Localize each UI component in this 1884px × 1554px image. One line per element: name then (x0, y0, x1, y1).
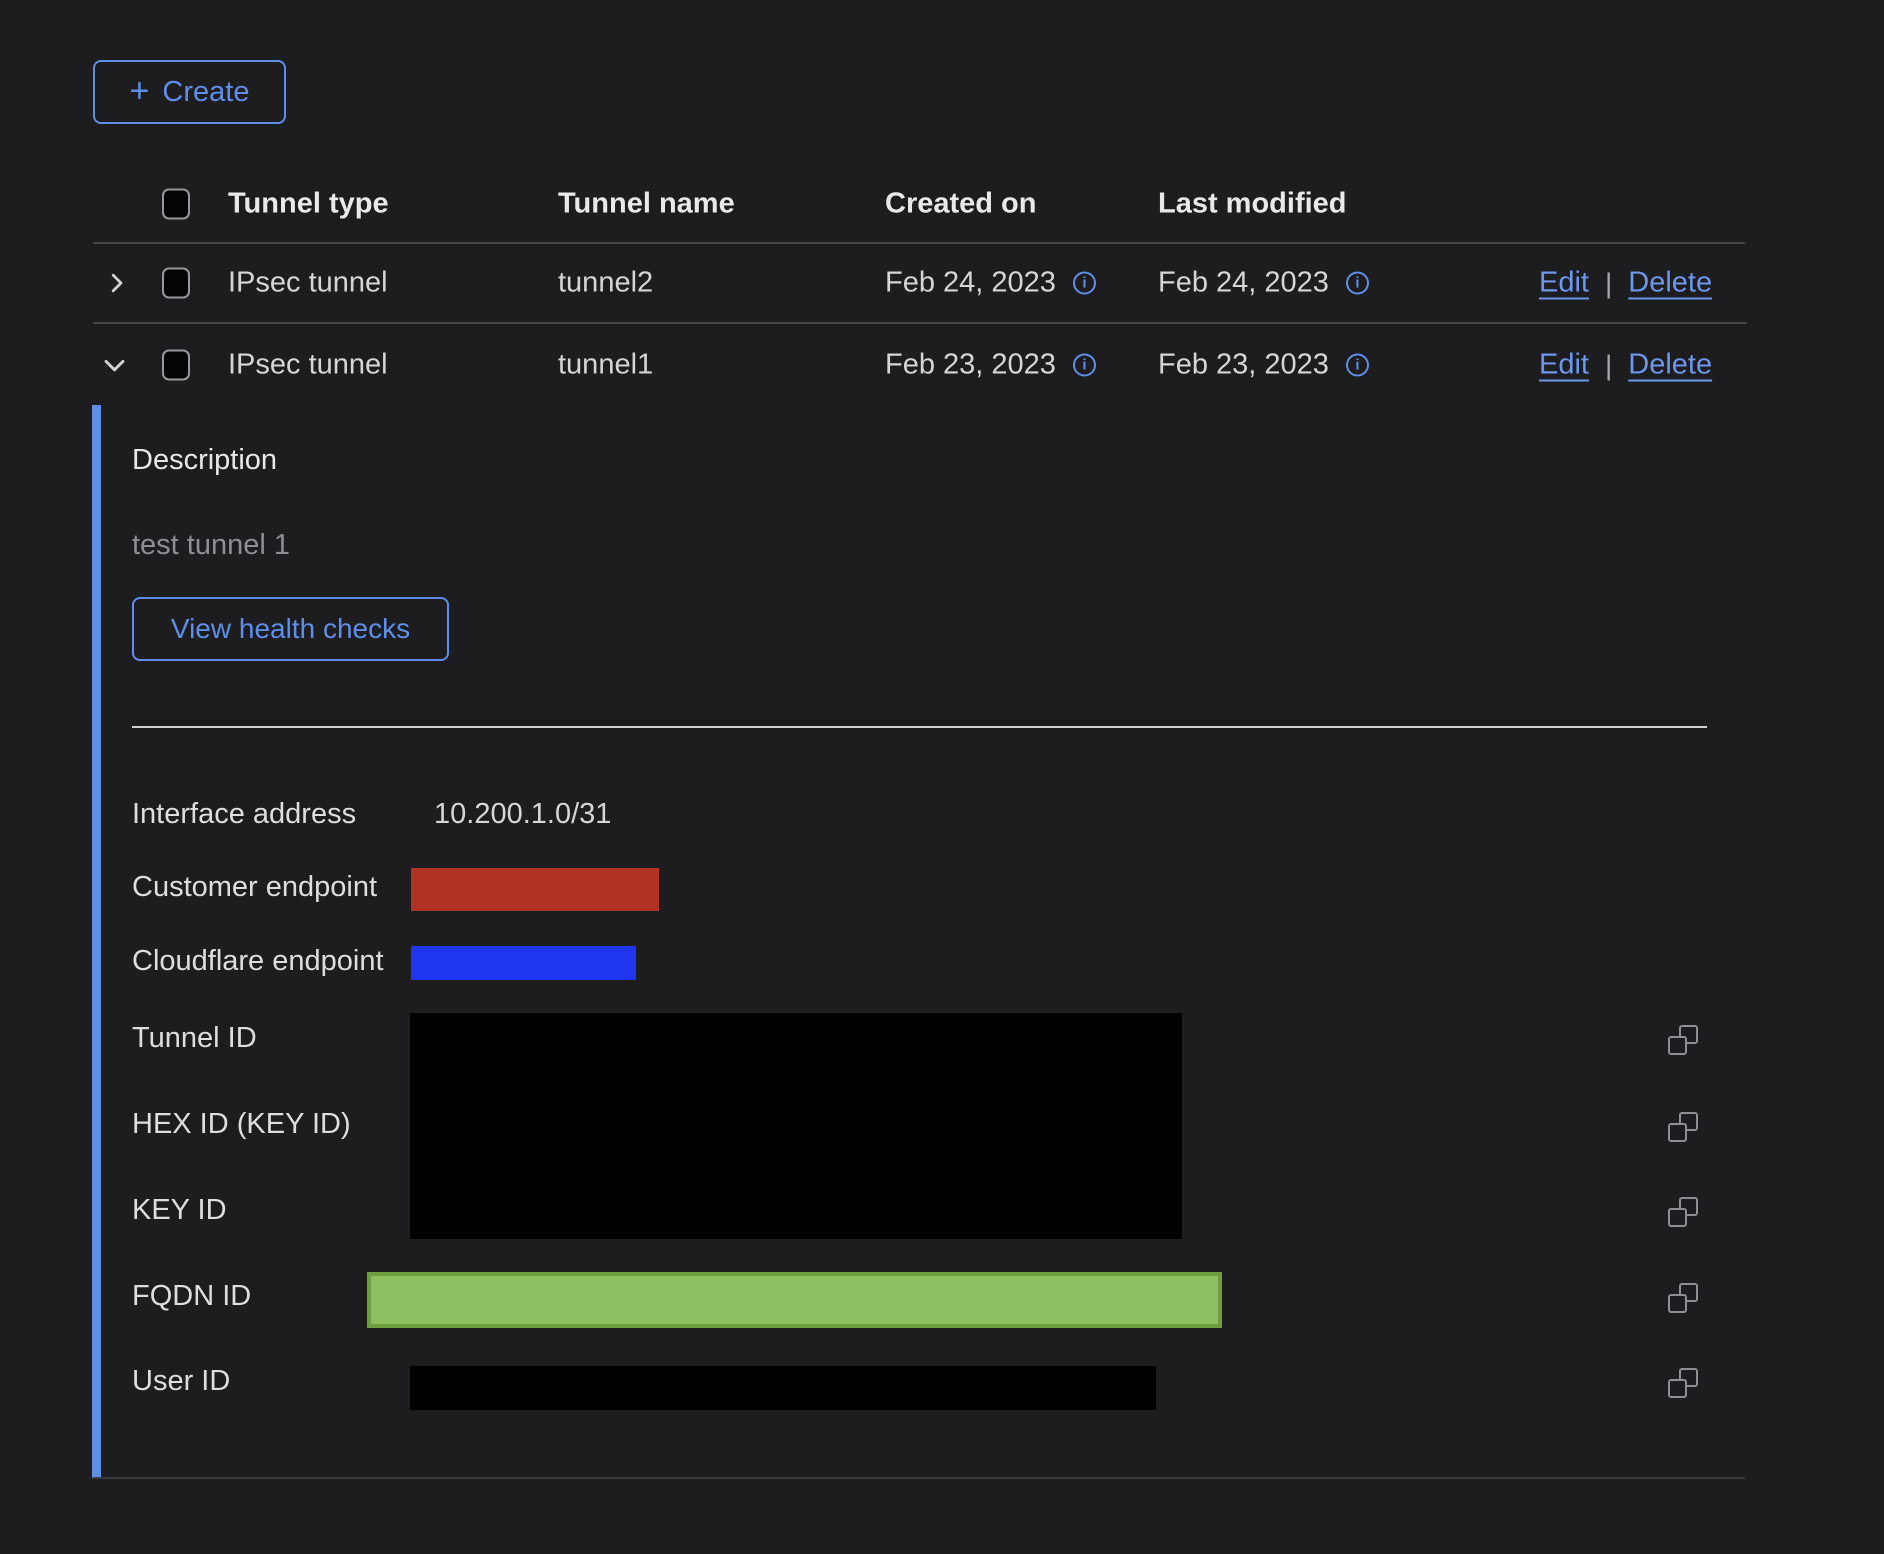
user-id-label: User ID (132, 1365, 230, 1398)
user-id-redacted-value (410, 1366, 1156, 1410)
create-button[interactable]: + Create (93, 60, 286, 124)
description-label: Description (132, 444, 277, 477)
row-checkbox[interactable] (162, 268, 190, 299)
table-row: IPsec tunnel tunnel2 Feb 24, 2023 i Feb … (93, 244, 1745, 322)
edit-link[interactable]: Edit (1539, 267, 1589, 300)
table-header-row: Tunnel type Tunnel name Created on Last … (93, 165, 1745, 243)
header-tunnel-name: Tunnel name (558, 188, 735, 221)
cell-created-on: Feb 23, 2023 (885, 349, 1056, 382)
fqdn-id-label: FQDN ID (132, 1280, 251, 1313)
cell-created-on: Feb 24, 2023 (885, 267, 1056, 300)
copy-icon[interactable] (1668, 1112, 1698, 1142)
copy-icon[interactable] (1668, 1368, 1698, 1398)
expanded-row-accent-bar (92, 405, 101, 1478)
tunnels-page: + Create Tunnel type Tunnel name Created… (0, 0, 1884, 1554)
delete-link[interactable]: Delete (1628, 349, 1712, 382)
copy-icon[interactable] (1668, 1025, 1698, 1055)
header-last-modified: Last modified (1158, 188, 1347, 221)
copy-icon[interactable] (1668, 1197, 1698, 1227)
chevron-right-icon[interactable] (103, 270, 130, 297)
delete-link[interactable]: Delete (1628, 267, 1712, 300)
info-circle-icon[interactable]: i (1073, 272, 1096, 295)
customer-endpoint-redacted-value (411, 868, 659, 911)
cell-tunnel-type: IPsec tunnel (228, 267, 388, 300)
panel-bottom-divider (93, 1477, 1745, 1479)
plus-icon: + (130, 74, 150, 108)
cell-tunnel-name: tunnel2 (558, 267, 653, 300)
edit-link[interactable]: Edit (1539, 349, 1589, 382)
row-checkbox[interactable] (162, 350, 190, 381)
cloudflare-endpoint-redacted-value (411, 946, 636, 980)
cell-tunnel-name: tunnel1 (558, 349, 653, 382)
info-circle-icon[interactable]: i (1346, 272, 1369, 295)
chevron-down-icon[interactable] (100, 351, 129, 380)
header-tunnel-type: Tunnel type (228, 188, 389, 221)
tunnel-id-label: Tunnel ID (132, 1022, 257, 1055)
create-button-label: Create (162, 76, 249, 109)
description-value: test tunnel 1 (132, 529, 290, 562)
action-separator: | (1605, 349, 1612, 381)
header-created-on: Created on (885, 188, 1036, 221)
view-health-checks-label: View health checks (171, 613, 410, 645)
table-row: IPsec tunnel tunnel1 Feb 23, 2023 i Feb … (93, 324, 1745, 406)
customer-endpoint-label: Customer endpoint (132, 871, 377, 904)
interface-address-value: 10.200.1.0/31 (434, 798, 611, 831)
copy-icon[interactable] (1668, 1283, 1698, 1313)
info-circle-icon[interactable]: i (1073, 354, 1096, 377)
fqdn-id-redacted-value (367, 1272, 1222, 1328)
action-separator: | (1605, 267, 1612, 299)
cell-last-modified: Feb 23, 2023 (1158, 349, 1329, 382)
cloudflare-endpoint-label: Cloudflare endpoint (132, 945, 384, 978)
section-divider (132, 726, 1707, 728)
select-all-checkbox[interactable] (162, 189, 190, 220)
key-id-label: KEY ID (132, 1194, 227, 1227)
info-circle-icon[interactable]: i (1346, 354, 1369, 377)
interface-address-label: Interface address (132, 798, 356, 831)
cell-last-modified: Feb 24, 2023 (1158, 267, 1329, 300)
cell-tunnel-type: IPsec tunnel (228, 349, 388, 382)
id-group-redacted-values (410, 1013, 1182, 1239)
view-health-checks-button[interactable]: View health checks (132, 597, 449, 661)
hex-id-label: HEX ID (KEY ID) (132, 1108, 351, 1141)
